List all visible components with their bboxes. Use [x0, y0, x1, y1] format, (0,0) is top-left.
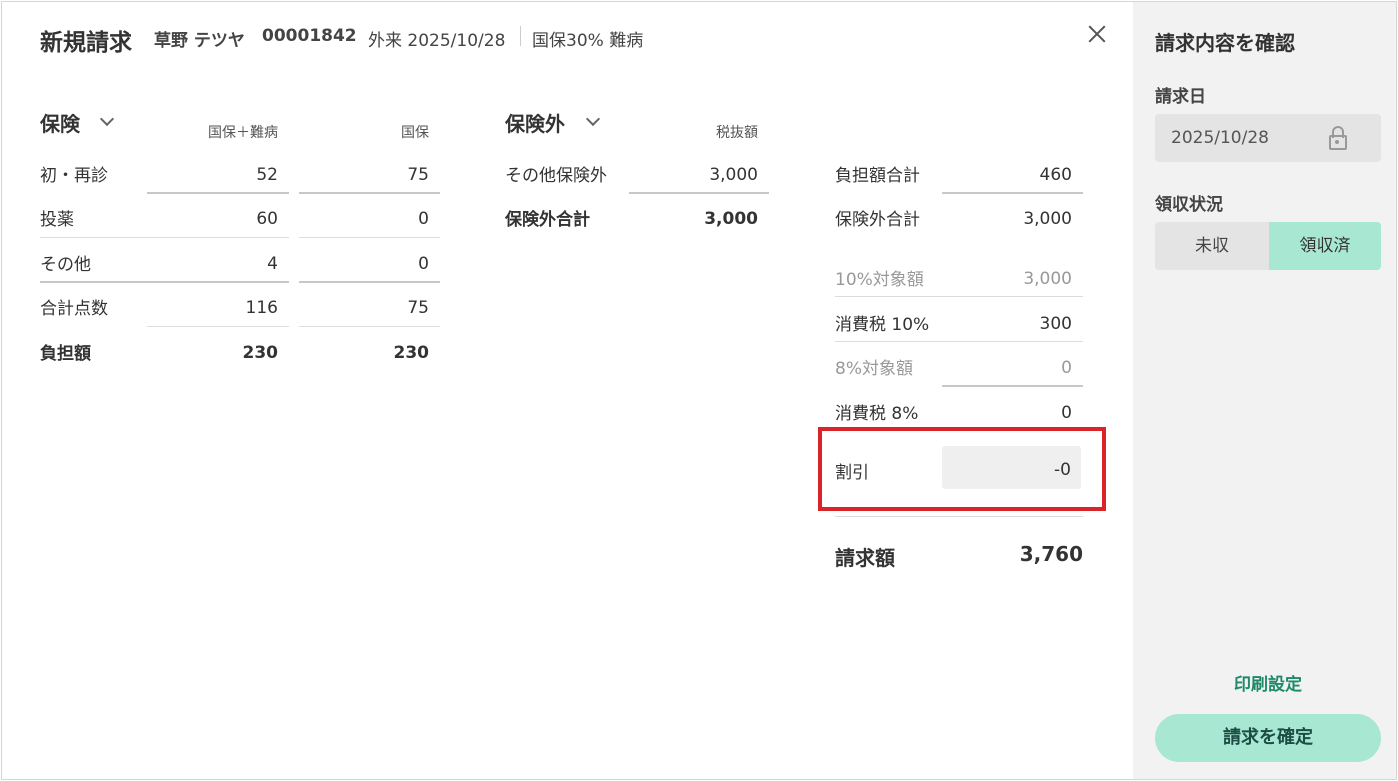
insurance-row-v2: 75 — [407, 298, 429, 318]
insurance-row-v1: 116 — [245, 298, 278, 318]
row-divider — [147, 192, 289, 194]
patient-id: 00001842 — [262, 26, 357, 46]
billing-main-panel: 新規請求 草野 テツヤ 00001842 外来 2025/10/28 国保30%… — [2, 2, 1133, 779]
non-insurance-row-label: 保険外合計 — [505, 210, 590, 230]
row-divider — [629, 192, 769, 194]
row-divider — [942, 385, 1083, 387]
date-label: 請求日 — [1155, 87, 1206, 107]
row-divider — [299, 237, 440, 238]
date-field: 2025/10/28 — [1155, 114, 1381, 162]
insurance-col2-header: 国保 — [401, 125, 429, 141]
close-icon[interactable] — [1084, 22, 1110, 48]
patient-name: 草野 テツヤ — [154, 31, 245, 51]
total-value: 3,760 — [1019, 542, 1083, 566]
summary-row-label: 負担額合計 — [835, 166, 920, 186]
summary-row-label: 消費税 10% — [835, 315, 930, 335]
insurance-row-label: その他 — [40, 255, 91, 275]
summary-row-label: 消費税 8% — [835, 404, 919, 424]
row-divider — [40, 237, 289, 238]
insurance-col1-header: 国保＋難病 — [208, 125, 278, 141]
row-divider — [835, 296, 1083, 297]
row-divider — [299, 192, 440, 194]
status-paid-button[interactable]: 領収済 — [1269, 222, 1381, 270]
summary-row-value: 3,000 — [1023, 209, 1072, 229]
row-divider — [40, 281, 289, 283]
row-divider — [299, 326, 440, 327]
non-insurance-row-value: 3,000 — [704, 209, 758, 229]
insurance-row-v1: 52 — [256, 165, 278, 185]
chevron-down-icon[interactable] — [99, 111, 115, 127]
non-insurance-row-label: その他保険外 — [505, 166, 607, 186]
insurance-row-v1: 230 — [242, 343, 279, 363]
insurance-row-label: 初・再診 — [40, 166, 108, 186]
summary-row-value: 460 — [1039, 165, 1072, 185]
chevron-down-icon[interactable] — [585, 111, 601, 127]
summary-row-label: 10%対象額 — [835, 270, 924, 290]
confirm-billing-button[interactable]: 請求を確定 — [1155, 714, 1381, 762]
insurance-row-v2: 0 — [418, 209, 429, 229]
dialog-title: 新規請求 — [40, 30, 132, 56]
summary-row-value: 0 — [1061, 403, 1072, 423]
row-divider — [942, 192, 1083, 194]
non-insurance-section-title: 保険外 — [505, 112, 565, 136]
row-divider — [147, 326, 289, 327]
insurance-info: 国保30% 難病 — [532, 31, 644, 51]
insurance-row-label: 投薬 — [40, 210, 74, 230]
sidebar-title: 請求内容を確認 — [1155, 31, 1295, 55]
date-value: 2025/10/28 — [1171, 128, 1269, 148]
summary-row-value: 300 — [1039, 314, 1072, 334]
insurance-row-v1: 4 — [267, 254, 278, 274]
status-unpaid-button[interactable]: 未収 — [1155, 222, 1269, 270]
insurance-row-v2: 0 — [418, 254, 429, 274]
billing-dialog: 新規請求 草野 テツヤ 00001842 外来 2025/10/28 国保30%… — [1, 1, 1397, 780]
insurance-row-label: 負担額 — [40, 344, 91, 364]
row-divider — [299, 281, 440, 283]
insurance-row-v2: 230 — [393, 343, 430, 363]
summary-row-value: 3,000 — [1023, 269, 1072, 289]
insurance-row-v1: 60 — [256, 209, 278, 229]
insurance-row-v2: 75 — [407, 165, 429, 185]
non-insurance-col-header: 税抜額 — [716, 125, 758, 141]
insurance-section-title: 保険 — [40, 112, 80, 136]
total-label: 請求額 — [835, 546, 895, 570]
summary-row-value: 0 — [1061, 358, 1072, 378]
insurance-row-label: 合計点数 — [40, 299, 108, 319]
confirm-sidebar: 請求内容を確認 請求日 2025/10/28 領収状況 未収 領収済 印刷設定 … — [1133, 2, 1396, 779]
header-divider — [520, 26, 521, 46]
row-divider — [835, 341, 1083, 342]
visit-info: 外来 2025/10/28 — [368, 31, 506, 51]
non-insurance-row-value: 3,000 — [709, 165, 758, 185]
summary-row-label: 8%対象額 — [835, 359, 913, 379]
print-settings-link[interactable]: 印刷設定 — [1155, 670, 1381, 695]
summary-row-label: 保険外合計 — [835, 210, 920, 230]
discount-highlight — [818, 427, 1106, 511]
row-divider — [835, 516, 1083, 517]
status-label: 領収状況 — [1155, 195, 1223, 215]
